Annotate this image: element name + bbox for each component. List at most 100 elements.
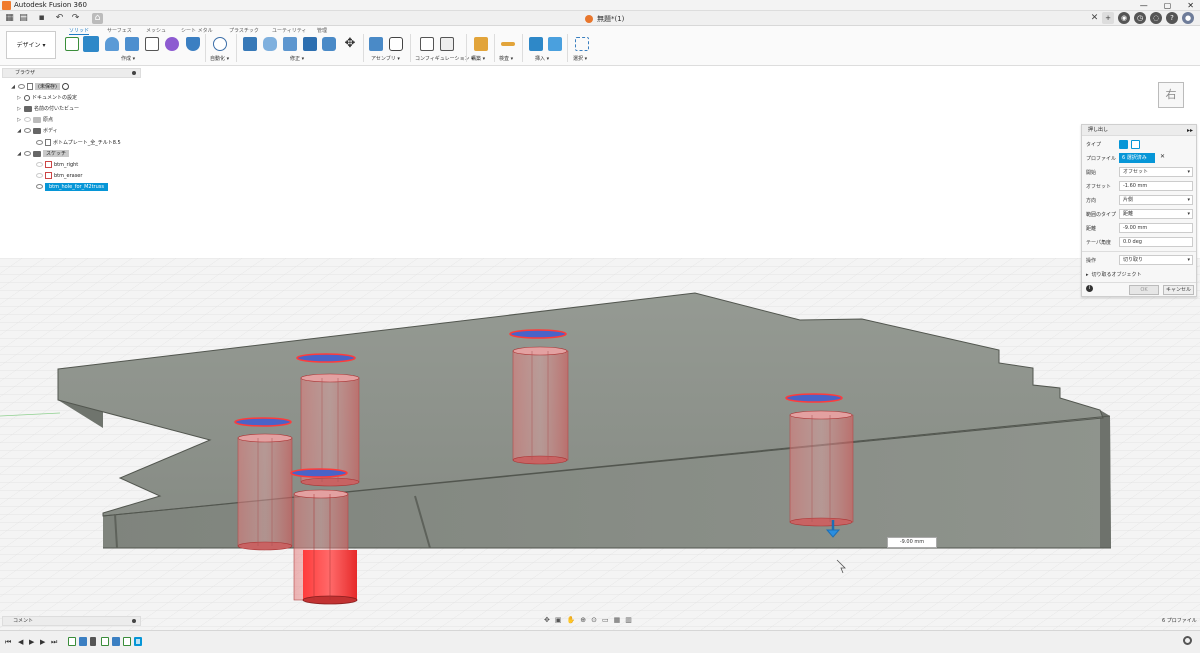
type-solid-icon[interactable] [1119, 140, 1128, 149]
new-component-icon[interactable] [369, 37, 383, 51]
activate-target-icon[interactable] [61, 83, 69, 90]
orbit-icon[interactable]: ✥ [544, 616, 550, 626]
group-create[interactable]: 作成 ▾ [121, 55, 135, 62]
expand-section-icon[interactable]: ▸ [1086, 272, 1089, 278]
visibility-eye-icon[interactable] [18, 84, 25, 89]
tree-item-sketch-btm-eraser[interactable]: btm_eraser [36, 171, 82, 180]
configure-icon[interactable] [420, 37, 434, 51]
tree-item-origin[interactable]: ▷ 原点 [16, 115, 53, 124]
timeline-next-icon[interactable]: ▶ [40, 638, 45, 646]
group-insert[interactable]: 挿入 ▾ [535, 55, 549, 62]
group-select[interactable]: 選択 ▾ [573, 55, 587, 62]
timeline-first-icon[interactable]: ⏮ [5, 638, 11, 647]
tree-item-body[interactable]: ボトムプレート_全_チルト8.5 [36, 138, 121, 147]
extrude-dialog-header[interactable]: 押し出し ▸▸ [1082, 125, 1196, 136]
new-tab-icon[interactable]: + [1102, 12, 1114, 24]
info-icon[interactable]: i [1086, 285, 1093, 292]
group-construct[interactable]: 構築 ▾ [471, 55, 485, 62]
visibility-eye-icon[interactable] [24, 128, 31, 133]
pan-icon[interactable]: ✋ [567, 616, 576, 626]
maximize-button[interactable]: ▢ [1164, 0, 1172, 11]
tree-item-root[interactable]: ◢ (未保存) [10, 82, 69, 91]
display-settings-icon[interactable]: ▭ [602, 616, 609, 626]
scale-icon[interactable] [322, 37, 336, 51]
timeline-feature-sketch[interactable] [68, 637, 76, 646]
group-assemble[interactable]: アセンブリ ▾ [371, 55, 400, 62]
timeline-settings-icon[interactable] [1183, 636, 1192, 645]
view-cube-face-right[interactable]: 右 [1158, 82, 1184, 108]
viewports-icon[interactable]: ▥ [625, 616, 632, 626]
cut-cylinder[interactable] [237, 433, 293, 551]
tree-item-bodies[interactable]: ◢ ボディ [16, 126, 58, 135]
extrude-icon[interactable] [83, 36, 99, 52]
timeline-play-icon[interactable]: ▶ [29, 638, 34, 646]
visibility-eye-icon[interactable] [36, 162, 43, 167]
minimize-button[interactable]: — [1140, 0, 1148, 11]
expand-dialog-icon[interactable]: ▸▸ [1187, 125, 1193, 136]
rectangular-pattern-icon[interactable] [145, 37, 159, 51]
redo-icon[interactable]: ↷ [70, 13, 81, 24]
tree-item-named-views[interactable]: ▷ 名前の付いたビュー [16, 104, 79, 113]
collapse-arrow-icon[interactable]: ◢ [10, 84, 16, 90]
insert-derive-icon[interactable] [529, 37, 543, 51]
measure-icon[interactable] [501, 42, 515, 46]
offset-plane-icon[interactable] [474, 37, 488, 51]
tab-sheet-metal[interactable]: シート メタル [181, 27, 213, 34]
browser-pin-icon[interactable] [132, 71, 136, 75]
save-icon[interactable]: ▪ [36, 13, 47, 24]
shell-icon[interactable] [186, 37, 200, 51]
hole-icon[interactable] [125, 37, 139, 51]
visibility-eye-icon[interactable] [36, 184, 43, 189]
expand-arrow-icon[interactable]: ▷ [16, 95, 22, 101]
tab-solid[interactable]: ソリッド [69, 27, 90, 35]
direction-select[interactable]: 片側 ▾ [1119, 195, 1193, 205]
chamfer-icon[interactable] [283, 37, 297, 51]
timeline-feature-move[interactable] [90, 637, 96, 646]
group-automate[interactable]: 自動化 ▾ [210, 55, 229, 62]
expand-arrow-icon[interactable]: ▷ [16, 117, 22, 123]
table-icon[interactable] [440, 37, 454, 51]
visibility-eye-icon[interactable] [36, 173, 43, 178]
extensions-icon[interactable]: ◉ [1118, 12, 1130, 24]
cut-cylinder[interactable] [512, 346, 569, 465]
tab-mesh[interactable]: メッシュ [146, 27, 166, 34]
type-thin-icon[interactable] [1131, 140, 1140, 149]
press-pull-icon[interactable] [243, 37, 257, 51]
tree-item-document-settings[interactable]: ▷ ドキュメントの設定 [16, 93, 77, 102]
collapse-arrow-icon[interactable]: ◢ [16, 128, 22, 134]
distance-input[interactable]: -9.00 mm [1119, 223, 1193, 233]
fillet-icon[interactable] [263, 37, 277, 51]
combine-icon[interactable] [303, 37, 317, 51]
look-at-icon[interactable]: ▣ [555, 616, 562, 626]
objects-to-cut-section[interactable]: ▸ 切り取るオブジェクト [1086, 269, 1142, 280]
extent-type-select[interactable]: 距離 ▾ [1119, 209, 1193, 219]
zoom-icon[interactable]: ⊕ [580, 616, 586, 626]
fit-icon[interactable]: ⊙ [591, 616, 597, 626]
grid-settings-icon[interactable]: ▦ [614, 616, 621, 626]
group-modify[interactable]: 修正 ▾ [290, 55, 304, 62]
move-icon[interactable]: ✥ [343, 37, 357, 51]
clear-selection-icon[interactable]: ✕ [1160, 153, 1165, 160]
automate-icon[interactable] [213, 37, 227, 51]
selected-profile[interactable] [785, 393, 843, 403]
selected-profile[interactable] [234, 417, 292, 427]
browser-header[interactable]: ブラウザ [2, 68, 141, 78]
revolve-icon[interactable] [105, 37, 119, 51]
select-icon[interactable] [575, 37, 589, 51]
cancel-button[interactable]: キャンセル [1163, 285, 1194, 295]
tab-manage[interactable]: 管理 [317, 27, 327, 34]
timeline-last-icon[interactable]: ⏭ [51, 638, 57, 647]
comments-pin-icon[interactable] [132, 619, 136, 623]
operation-select[interactable]: 切り取り ▾ [1119, 255, 1193, 265]
timeline-feature-extrude[interactable] [79, 637, 87, 646]
file-menu-icon[interactable]: ▤ [18, 13, 29, 24]
offset-input[interactable]: -1.60 mm [1119, 181, 1193, 191]
home-icon[interactable]: ⌂ [92, 13, 103, 24]
undo-icon[interactable]: ↶ [54, 13, 65, 24]
ok-button[interactable]: OK [1129, 285, 1159, 295]
selected-profile[interactable] [509, 329, 567, 339]
start-select[interactable]: オフセット ▾ [1119, 167, 1193, 177]
insert-image-icon[interactable] [548, 37, 562, 51]
cut-cylinder-highlighted[interactable] [293, 489, 358, 605]
cut-cylinder[interactable] [789, 410, 854, 527]
